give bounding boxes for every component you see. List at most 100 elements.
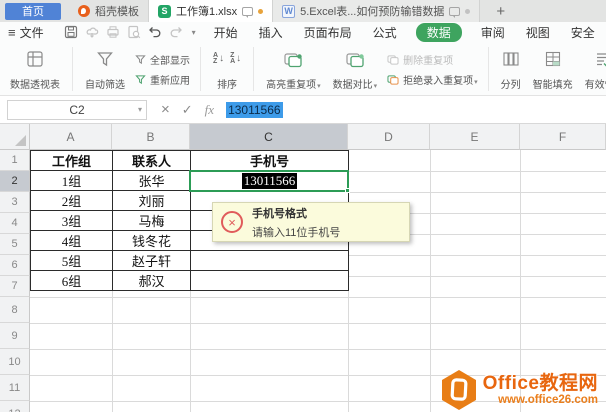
row-header-8[interactable]: 8 (0, 297, 30, 323)
validation-button[interactable]: 有效性▾ (579, 45, 606, 93)
cell-C2[interactable]: 13011566 (190, 170, 349, 191)
cell-A7[interactable]: 6组 (30, 270, 113, 291)
workbook-tab[interactable]: S 工作簿1.xlsx (149, 0, 273, 22)
workbook-tab-label: 工作簿1.xlsx (176, 6, 238, 18)
formula-input[interactable]: 13011566 (226, 101, 283, 119)
menu-item-review[interactable]: 审阅 (479, 23, 507, 42)
cell-C1[interactable]: 手机号 (190, 150, 349, 171)
confirm-entry-icon[interactable]: ✓ (182, 102, 193, 118)
smart-fill-button[interactable]: 智能填充 (527, 45, 579, 93)
cell-A3[interactable]: 2组 (30, 190, 113, 211)
row-header-6[interactable]: 6 (0, 255, 30, 276)
data-compare-label: 数据对比▾ (332, 80, 378, 91)
undo-icon[interactable] (148, 25, 162, 39)
show-all-button[interactable]: 全部显示 (135, 52, 190, 67)
validation-label: 有效性▾ (584, 80, 606, 91)
divider (200, 47, 201, 91)
cell-C7[interactable] (190, 270, 349, 291)
office-tutorial-logo-icon (441, 370, 476, 410)
column-header-E[interactable]: E (430, 124, 520, 150)
cell-B5[interactable]: 钱冬花 (112, 230, 191, 251)
row-header-10[interactable]: 10 (0, 349, 30, 375)
reapply-button[interactable]: 重新应用 (135, 72, 190, 87)
menu-item-formulas[interactable]: 公式 (371, 23, 399, 42)
new-tab-button[interactable]: + (496, 3, 505, 20)
column-header-A[interactable]: A (30, 124, 112, 150)
delete-duplicates-button[interactable]: 删除重复项 (387, 52, 478, 67)
text-to-columns-button[interactable]: 分列 (495, 45, 527, 93)
notification-dot-icon (465, 8, 471, 14)
filter-icon (135, 54, 146, 64)
gridline (30, 349, 606, 350)
row-header-2[interactable]: 2 (0, 171, 30, 192)
column-header-B[interactable]: B (112, 124, 190, 150)
menu-item-view[interactable]: 视图 (524, 23, 552, 42)
word-document-icon: W (282, 4, 296, 18)
divider (72, 47, 73, 91)
row-header-5[interactable]: 5 (0, 234, 30, 255)
cell-A6[interactable]: 5组 (30, 250, 113, 271)
validation-error-tooltip: × 手机号格式 请输入11位手机号 (212, 202, 410, 242)
row-header-4[interactable]: 4 (0, 213, 30, 234)
cancel-entry-icon[interactable]: × (161, 101, 170, 118)
cell-A5[interactable]: 4组 (30, 230, 113, 251)
insert-function-icon[interactable]: fx (205, 102, 214, 118)
docer-template-tab[interactable]: 稻壳模板 (69, 0, 149, 22)
highlight-duplicates-button[interactable]: 高亮重复项▾ (260, 45, 327, 93)
quick-access-caret-icon[interactable]: ▾ (192, 28, 196, 37)
error-icon: × (221, 211, 243, 233)
print-preview-icon[interactable] (127, 25, 141, 39)
cell-A2[interactable]: 1组 (30, 170, 113, 191)
cell-B2[interactable]: 张华 (112, 170, 191, 191)
column-header-C[interactable]: C (190, 124, 348, 150)
auto-filter-button[interactable]: 自动筛选 (79, 45, 131, 93)
menu-item-insert[interactable]: 插入 (257, 23, 285, 42)
row-header-1[interactable]: 1 (0, 150, 30, 171)
selected-cell-text: 13011566 (241, 172, 298, 189)
save-icon[interactable] (64, 25, 78, 39)
row-header-11[interactable]: 11 (0, 375, 30, 401)
cell-C6[interactable] (190, 250, 349, 271)
cell-B3[interactable]: 刘丽 (112, 190, 191, 211)
row-header-3[interactable]: 3 (0, 192, 30, 213)
cell-A4[interactable]: 3组 (30, 210, 113, 231)
gridline (30, 323, 606, 324)
data-compare-button[interactable]: 数据对比▾ (327, 45, 384, 93)
reject-duplicates-label: 拒绝录入重复项▾ (403, 75, 478, 87)
spreadsheet-icon: S (158, 4, 171, 18)
export-icon[interactable] (85, 25, 99, 39)
row-header-12[interactable]: 12 (0, 401, 30, 412)
row-header-7[interactable]: 7 (0, 276, 30, 297)
column-header-F[interactable]: F (520, 124, 606, 150)
comment-icon[interactable] (449, 6, 461, 18)
sort-button[interactable]: A Z ↓ Z A ↓ 排序 (207, 45, 247, 93)
sort-desc-icon[interactable]: Z A ↓ (230, 52, 241, 65)
row-header-9[interactable]: 9 (0, 323, 30, 349)
home-tab[interactable]: 首页 (5, 2, 61, 20)
comment-icon[interactable] (242, 6, 254, 18)
cell-B7[interactable]: 郝汉 (112, 270, 191, 291)
formula-value-selected: 13011566 (226, 101, 283, 118)
cell-A1[interactable]: 工作组 (30, 150, 113, 171)
name-box[interactable]: C2 ▾ (7, 99, 147, 120)
menu-item-security[interactable]: 安全 (569, 23, 597, 42)
file-menu[interactable]: 文件 (20, 24, 44, 41)
print-icon[interactable] (106, 25, 120, 39)
reject-duplicates-button[interactable]: 拒绝录入重复项▾ (387, 72, 478, 87)
hamburger-icon[interactable]: ≡ (8, 25, 16, 40)
sort-asc-icon[interactable]: A Z ↓ (213, 52, 224, 65)
redo-icon[interactable] (169, 25, 183, 39)
menu-item-page-layout[interactable]: 页面布局 (302, 23, 354, 42)
pivot-table-button[interactable]: 数据透视表 (4, 45, 66, 93)
cell-B4[interactable]: 马梅 (112, 210, 191, 231)
divider (487, 47, 489, 91)
cell-B1[interactable]: 联系人 (112, 150, 191, 171)
name-box-caret-icon[interactable]: ▾ (138, 105, 142, 114)
menu-item-start[interactable]: 开始 (212, 23, 240, 42)
menu-item-data[interactable]: 数据 (415, 22, 462, 42)
column-header-D[interactable]: D (348, 124, 430, 150)
select-all-corner[interactable] (0, 124, 30, 150)
document-tab[interactable]: W 5.Excel表...如何预防输错数据 (272, 0, 481, 22)
window-tab-bar: 首页 稻壳模板 S 工作簿1.xlsx W 5.Excel表...如何预防输错数… (0, 0, 606, 22)
cell-B6[interactable]: 赵子轩 (112, 250, 191, 271)
